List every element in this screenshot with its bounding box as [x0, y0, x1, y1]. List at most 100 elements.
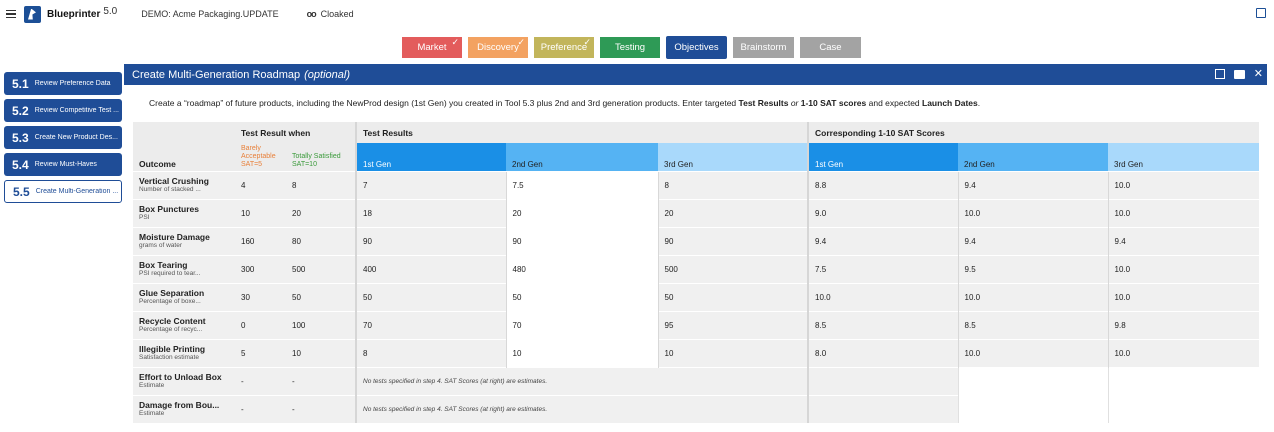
test-3rd-gen-input[interactable]: 20 — [657, 198, 809, 227]
sat-1st-gen-input[interactable]: 10.0 — [807, 282, 959, 311]
outcome-cell: Box Tearing PSI required to tear... — [133, 254, 235, 283]
sat-3rd-gen-input[interactable] — [1107, 394, 1260, 423]
tab-label: Testing — [614, 42, 646, 53]
test-1st-gen-input[interactable]: 50 — [355, 282, 506, 311]
test-3rd-gen-header: 3rd Gen — [658, 143, 809, 171]
test-2nd-gen-input[interactable]: 90 — [505, 226, 658, 255]
test-3rd-gen-input[interactable]: 10 — [657, 338, 809, 367]
tab-brainstorm[interactable]: Brainstorm — [733, 37, 794, 58]
test-results-header: Test Results — [354, 122, 809, 143]
barely-acceptable-header: Barely Acceptable SAT=5 — [241, 144, 276, 168]
tab-discovery[interactable]: Discovery ✓ — [468, 37, 528, 58]
menu-icon[interactable] — [6, 9, 16, 19]
sat-2nd-gen-input[interactable] — [957, 394, 1109, 423]
test-3rd-gen-input[interactable]: 8 — [657, 170, 809, 199]
sidebar-item-5-1[interactable]: 5.1 Review Preference Data — [4, 72, 122, 95]
test-3rd-gen-input[interactable]: 90 — [657, 226, 809, 255]
panel-header: Create Multi-Generation Roadmap (optiona… — [124, 64, 1267, 85]
sat-2nd-gen-input[interactable]: 9.5 — [957, 254, 1109, 283]
sat-1st-gen-input[interactable]: 8.5 — [807, 310, 959, 339]
sat-2nd-gen-input[interactable]: 9.4 — [957, 170, 1109, 199]
test-3rd-gen-input[interactable]: 500 — [657, 254, 809, 283]
barely-acceptable-cell: - — [235, 394, 286, 423]
roadmap-table: Test Result when Test Results Correspond… — [133, 122, 1260, 423]
test-2nd-gen-input[interactable]: 7.5 — [505, 170, 658, 199]
totally-satisfied-cell: 20 — [286, 198, 356, 227]
test-2nd-gen-input[interactable]: 10 — [505, 338, 658, 367]
test-1st-gen-input[interactable]: 8 — [355, 338, 506, 367]
test-2nd-gen-input[interactable]: 70 — [505, 310, 658, 339]
test-3rd-gen-input[interactable]: 50 — [657, 282, 809, 311]
cloak-toggle[interactable]: oo Cloaked — [307, 9, 354, 19]
sidebar-item-5-5[interactable]: 5.5 Create Multi-Generation ... — [4, 180, 122, 203]
sat-3rd-gen-input[interactable]: 9.8 — [1107, 310, 1260, 339]
sat-2nd-gen-input[interactable]: 8.5 — [957, 310, 1109, 339]
sat-1st-gen-input[interactable] — [807, 366, 959, 395]
outcome-cell: Illegible Printing Satisfaction estimate — [133, 338, 235, 367]
sidebar-item-number: 5.2 — [12, 103, 29, 118]
instructions: Create a “roadmap” of future products, i… — [149, 98, 981, 108]
test-1st-gen-input[interactable]: 18 — [355, 198, 506, 227]
totally-satisfied-cell: 80 — [286, 226, 356, 255]
sat-1st-gen-input[interactable] — [807, 394, 959, 423]
sat-3rd-gen-input[interactable]: 10.0 — [1107, 338, 1260, 367]
sat-1st-gen-input[interactable]: 9.0 — [807, 198, 959, 227]
sat-1st-gen-header: 1st Gen — [807, 143, 959, 171]
sidebar-item-5-3[interactable]: 5.3 Create New Product Des... — [4, 126, 122, 149]
table-header-row: Test Result when Test Results Correspond… — [133, 122, 1260, 143]
sat-3rd-gen-input[interactable]: 10.0 — [1107, 170, 1260, 199]
test-2nd-gen-input[interactable]: 480 — [505, 254, 658, 283]
outcome-name: Vertical Crushing — [139, 175, 209, 186]
tab-testing[interactable]: Testing — [600, 37, 660, 58]
table-row: Illegible Printing Satisfaction estimate 5… — [133, 338, 1260, 367]
test-1st-gen-input[interactable]: 70 — [355, 310, 506, 339]
table-row: Moisture Damage grams of water 160 80 90 90 90… — [133, 226, 1260, 255]
sat-3rd-gen-input[interactable]: 10.0 — [1107, 282, 1260, 311]
test-result-when-header: Test Result when — [235, 122, 356, 143]
test-1st-gen-input[interactable]: 400 — [355, 254, 506, 283]
tab-preference[interactable]: Preference ✓ — [534, 37, 594, 58]
test-3rd-gen-input[interactable]: 95 — [657, 310, 809, 339]
sidebar-item-5-4[interactable]: 5.4 Review Must-Haves — [4, 153, 122, 176]
tab-case[interactable]: Case — [800, 37, 861, 58]
print-icon[interactable] — [1233, 69, 1245, 79]
sat-2nd-gen-header: 2nd Gen — [958, 143, 1109, 171]
sat-1st-gen-input[interactable]: 7.5 — [807, 254, 959, 283]
outcome-name: Illegible Printing — [139, 343, 206, 354]
outcome-metric: Percentage of boxe... — [139, 297, 201, 305]
barely-acceptable-cell: 160 — [235, 226, 286, 255]
no-tests-note: No tests specified in step 4. SAT Scores… — [354, 394, 809, 423]
sat-3rd-gen-input[interactable]: 10.0 — [1107, 254, 1260, 283]
sidebar-item-number: 5.5 — [13, 184, 30, 199]
outcome-name: Box Tearing — [139, 259, 188, 270]
test-2nd-gen-input[interactable]: 20 — [505, 198, 658, 227]
expand-icon[interactable] — [1214, 69, 1225, 79]
sat-1st-gen-input[interactable]: 8.0 — [807, 338, 959, 367]
test-1st-gen-input[interactable]: 7 — [355, 170, 506, 199]
barely-acceptable-cell: 4 — [235, 170, 286, 199]
sat-2nd-gen-input[interactable]: 10.0 — [957, 282, 1109, 311]
outcome-metric: Satisfaction estimate — [139, 353, 199, 361]
tab-objectives[interactable]: Objectives — [666, 36, 727, 59]
sat-2nd-gen-input[interactable] — [957, 366, 1109, 395]
step-sidebar: 5.1 Review Preference Data 5.2 Review Comp… — [4, 72, 122, 207]
sat-1st-gen-input[interactable]: 8.8 — [807, 170, 959, 199]
sat-3rd-gen-input[interactable] — [1107, 366, 1260, 395]
expand-window-icon[interactable] — [1256, 8, 1266, 18]
sat-3rd-gen-input[interactable]: 9.4 — [1107, 226, 1260, 255]
close-icon[interactable]: ✕ — [1254, 68, 1263, 80]
sat-3rd-gen-input[interactable]: 10.0 — [1107, 198, 1260, 227]
sat-2nd-gen-input[interactable]: 9.4 — [957, 226, 1109, 255]
test-1st-gen-header: 1st Gen — [355, 143, 506, 171]
sidebar-item-number: 5.4 — [12, 157, 29, 172]
tab-market[interactable]: Market ✓ — [402, 37, 462, 58]
table-row: Recycle Content Percentage of recyc... 0 10… — [133, 310, 1260, 339]
test-1st-gen-input[interactable]: 90 — [355, 226, 506, 255]
sat-1st-gen-input[interactable]: 9.4 — [807, 226, 959, 255]
sat-2nd-gen-input[interactable]: 10.0 — [957, 198, 1109, 227]
project-name[interactable]: DEMO: Acme Packaging.UPDATE — [141, 9, 278, 19]
sidebar-item-label: Review Preference Data — [34, 80, 111, 87]
sidebar-item-5-2[interactable]: 5.2 Review Competitive Test ... — [4, 99, 122, 122]
sat-2nd-gen-input[interactable]: 10.0 — [957, 338, 1109, 367]
test-2nd-gen-input[interactable]: 50 — [505, 282, 658, 311]
